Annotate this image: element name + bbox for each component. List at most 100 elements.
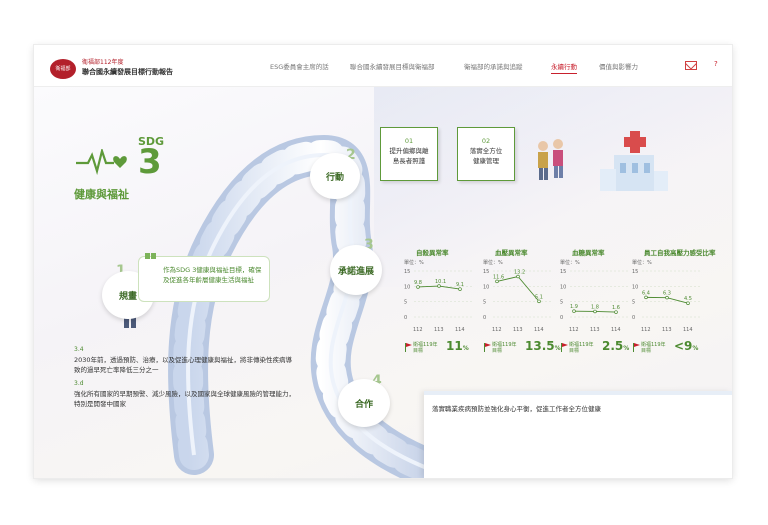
goal-number: 13.5 — [525, 339, 555, 353]
chart-plot: 0 5 10 15 1.9 1.8 1.6 112 113 114 — [560, 269, 628, 333]
x-tick-label: 114 — [683, 327, 693, 333]
quote-icon — [145, 253, 156, 259]
goal-unit: % — [462, 345, 469, 352]
x-tick-label: 112 — [413, 327, 423, 333]
help-icon[interactable]: ? — [714, 60, 718, 68]
y-tick-label: 10 — [560, 284, 566, 290]
chart-unit: 單位：% — [560, 260, 580, 266]
x-tick-label: 113 — [662, 327, 672, 333]
sdg-number: 3 — [138, 142, 162, 182]
y-tick-label: 5 — [483, 300, 486, 306]
flag-icon — [405, 343, 412, 352]
data-label: 6.3 — [663, 291, 671, 297]
y-tick-label: 10 — [632, 284, 638, 290]
goal-label-line-2: 目標 — [569, 348, 580, 354]
target-3-4: 3.4 2030年前，透過預防、治療，以及促進心理健康與福祉，將非傳染性疾病導致… — [74, 345, 296, 375]
chart-unit: 單位：% — [404, 260, 424, 266]
data-point — [686, 301, 690, 305]
target-3-d: 3.d 強化所有國家的早期預警、減少風險，以及國家與全球健康風險的管理能力，特別… — [74, 379, 296, 409]
x-tick-label: 113 — [513, 327, 523, 333]
goal-label: 衛福119年 目標 — [569, 342, 594, 354]
x-tick-label: 113 — [590, 327, 600, 333]
goal-value: 11% — [446, 339, 469, 353]
x-tick-label: 114 — [455, 327, 465, 333]
chart-title: 員工自我高壓力感受比率 — [644, 249, 716, 257]
brand-line-1: 衛福部112年度 — [82, 59, 124, 66]
action-card-number: 02 — [481, 137, 491, 145]
chart-title: 自殺異常率 — [416, 249, 449, 257]
goal-label-line-2: 目標 — [641, 348, 652, 354]
y-tick-label: 0 — [404, 315, 407, 321]
data-label: 6.4 — [642, 290, 650, 296]
report-brand[interactable]: 衛福部112年度 聯合國永續發展目標行動報告 — [82, 59, 173, 77]
chart-plot: 0 5 10 15 6.4 6.3 4.5 112 113 114 — [632, 269, 700, 333]
goal-label: 衛福119年 目標 — [492, 342, 517, 354]
nav-item-sustainable-action[interactable]: 永續行動 — [551, 61, 577, 74]
y-tick-label: 0 — [560, 315, 563, 321]
data-label: 9.8 — [414, 280, 422, 286]
data-point — [416, 285, 420, 289]
flag-icon — [633, 343, 640, 352]
goal-number: 2.5 — [602, 339, 624, 353]
chart-plot: 0 5 10 15 11.6 13.2 5.1 112 113 114 — [483, 269, 551, 333]
data-point — [458, 287, 462, 291]
chart-title: 血壓異常率 — [495, 249, 528, 257]
chart-plot: 0 5 10 15 9.8 10.1 9.1 112 113 114 — [404, 269, 472, 333]
chart-unit: 單位：% — [483, 260, 503, 266]
nav-item-sdg-and-ministry[interactable]: 聯合國永續發展目標與衛福部 — [350, 61, 435, 71]
y-tick-label: 10 — [483, 284, 489, 290]
plan-description: 作為SDG 3健康與福祉目標，確保及促進各年齡層健康生活與福祉 — [163, 266, 262, 284]
step-cooperation-button[interactable]: 合作 — [338, 379, 390, 427]
brand-line-2: 聯合國永續發展目標行動報告 — [82, 68, 173, 76]
y-tick-label: 15 — [404, 269, 410, 275]
mail-icon[interactable] — [685, 61, 697, 70]
data-label: 4.5 — [684, 296, 692, 302]
x-tick-label: 112 — [492, 327, 502, 333]
step-action-button[interactable]: 行動 — [310, 153, 360, 199]
y-tick-label: 5 — [560, 300, 563, 306]
chart-title: 血糖異常率 — [572, 249, 605, 257]
data-label: 11.6 — [493, 274, 504, 280]
data-point — [572, 309, 576, 313]
data-point — [437, 284, 441, 288]
report-page: 衛福部 衛福部112年度 聯合國永續發展目標行動報告 ESG委員會主席的話 聯合… — [34, 45, 732, 478]
y-tick-label: 15 — [632, 269, 638, 275]
y-tick-label: 15 — [560, 269, 566, 275]
goal-value: 2.5% — [602, 339, 629, 353]
goal-label: 衛福119年 目標 — [413, 342, 438, 354]
step-progress-button[interactable]: 承諾進展 — [330, 245, 382, 295]
elderly-figures-illustration — [538, 139, 563, 180]
action-card-line2: 健康管理 — [473, 157, 499, 165]
target-number: 3.d — [74, 380, 84, 387]
data-point — [644, 295, 648, 300]
nav-item-value-impact[interactable]: 價值與影響力 — [599, 61, 638, 71]
data-point — [614, 310, 618, 314]
flag-icon — [484, 343, 491, 352]
nav-item-chair-message[interactable]: ESG委員會主席的話 — [270, 61, 329, 71]
sdg-goal-title: 健康與福祉 — [74, 188, 129, 201]
ministry-logo[interactable]: 衛福部 — [50, 59, 76, 79]
x-tick-label: 112 — [569, 327, 579, 333]
data-label: 13.2 — [514, 270, 525, 276]
y-tick-label: 5 — [404, 300, 407, 306]
cooperation-text: 落實職業疾病預防並強化身心平衡，促進工作者全方位健康 — [432, 405, 601, 413]
data-point — [665, 295, 669, 300]
target-number: 3.4 — [74, 346, 84, 353]
x-tick-label: 112 — [641, 327, 651, 333]
target-text: 2030年前，透過預防、治療，以及促進心理健康與福祉，將非傳染性疾病導致的過早死… — [74, 356, 293, 374]
nav-item-commitment-tracking[interactable]: 衛福部的承諾與追蹤 — [464, 61, 523, 71]
goal-unit: % — [692, 345, 699, 352]
y-tick-label: 0 — [632, 315, 635, 321]
data-label: 9.1 — [456, 282, 464, 288]
data-label: 1.6 — [612, 305, 620, 311]
action-card-01[interactable]: 01 提升偏鄉與離 島長者照護 — [380, 127, 438, 181]
data-label: 1.9 — [570, 304, 578, 310]
action-card-number: 01 — [404, 137, 414, 145]
chart-unit: 單位：% — [632, 260, 652, 266]
y-tick-label: 5 — [632, 300, 635, 306]
hospital-icon — [600, 131, 668, 191]
action-card-line1: 落實全方位 — [469, 147, 503, 155]
action-card-02[interactable]: 02 落實全方位 健康管理 — [457, 127, 515, 181]
data-label: 1.8 — [591, 304, 599, 310]
action-card-line2: 島長者照護 — [392, 157, 426, 165]
